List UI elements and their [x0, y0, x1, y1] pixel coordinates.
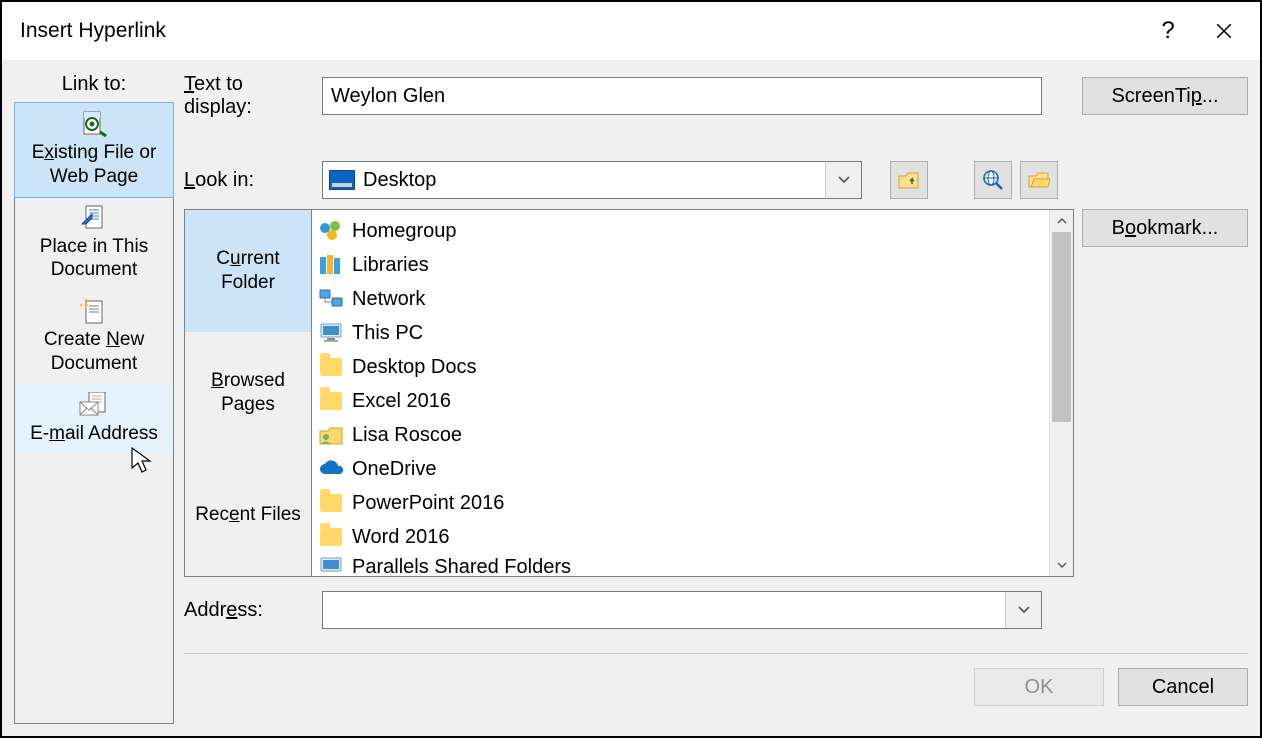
list-item[interactable]: PowerPoint 2016 — [314, 486, 1047, 520]
chevron-down-icon[interactable] — [1005, 592, 1041, 628]
address-label: Address: — [184, 599, 314, 622]
scrollbar[interactable] — [1049, 210, 1073, 576]
address-combo[interactable] — [322, 591, 1042, 629]
help-button[interactable]: ? — [1140, 8, 1196, 54]
bookmark-button[interactable]: Bookmark... — [1082, 209, 1248, 247]
tab-recent-files[interactable]: Recent Files — [185, 454, 311, 576]
user-folder-icon — [318, 422, 344, 448]
email-address-icon — [79, 390, 109, 420]
file-list[interactable]: Homegroup Libraries Network — [312, 209, 1074, 577]
close-icon — [1215, 22, 1233, 40]
link-to-existing-file[interactable]: Existing File orWeb Page — [14, 102, 174, 198]
search-web-icon — [982, 169, 1004, 191]
list-item[interactable]: This PC — [314, 316, 1047, 350]
folder-icon — [318, 388, 344, 414]
browse-file-button[interactable] — [1020, 161, 1058, 199]
ok-button[interactable]: OK — [974, 668, 1104, 706]
desktop-icon — [329, 170, 355, 190]
tab-browsed-pages[interactable]: BrowsedPages — [185, 332, 311, 454]
text-to-display-input[interactable] — [322, 77, 1042, 115]
divider — [184, 653, 1248, 654]
text-to-display-label: Text to display: — [184, 73, 314, 119]
screentip-button[interactable]: ScreenTip... — [1082, 77, 1248, 115]
create-new-document-icon — [79, 296, 109, 326]
list-item[interactable]: Word 2016 — [314, 520, 1047, 554]
list-item[interactable]: Network — [314, 282, 1047, 316]
browse-web-button[interactable] — [974, 161, 1012, 199]
title-bar: Insert Hyperlink ? — [2, 2, 1260, 60]
link-to-email-address[interactable]: E-mail Address — [15, 384, 173, 454]
list-item[interactable]: Lisa Roscoe — [314, 418, 1047, 452]
thispc-icon — [318, 554, 344, 577]
list-item[interactable]: Parallels Shared Folders — [314, 554, 1047, 577]
scroll-up-icon[interactable] — [1050, 210, 1073, 232]
look-in-combo[interactable]: Desktop — [322, 161, 862, 199]
existing-file-icon — [79, 109, 109, 139]
place-in-document-icon — [79, 203, 109, 233]
list-item[interactable]: OneDrive — [314, 452, 1047, 486]
libraries-icon — [318, 252, 344, 278]
list-item[interactable]: Excel 2016 — [314, 384, 1047, 418]
thispc-icon — [318, 320, 344, 346]
browse-tabs: CurrentFolder BrowsedPages Recent Files — [184, 209, 312, 577]
onedrive-icon — [318, 456, 344, 482]
main-panel: Text to display: ScreenTip... Look in: D… — [184, 73, 1248, 724]
folder-icon — [318, 354, 344, 380]
list-item[interactable]: Desktop Docs — [314, 350, 1047, 384]
folder-icon — [318, 490, 344, 516]
dialog-title: Insert Hyperlink — [20, 19, 1140, 43]
insert-hyperlink-dialog: Insert Hyperlink ? Link to: Existing Fil… — [2, 2, 1260, 736]
scroll-down-icon[interactable] — [1050, 554, 1073, 576]
link-to-create-new-document[interactable]: Create NewDocument — [15, 290, 173, 384]
folder-open-icon — [1028, 171, 1050, 189]
homegroup-icon — [318, 218, 344, 244]
close-button[interactable] — [1196, 8, 1252, 54]
list-item[interactable]: Homegroup — [314, 214, 1047, 248]
up-one-level-button[interactable] — [890, 161, 928, 199]
tab-current-folder[interactable]: CurrentFolder — [185, 210, 311, 332]
list-item[interactable]: Libraries — [314, 248, 1047, 282]
link-to-list: Existing File orWeb Page Place in ThisDo… — [14, 102, 174, 724]
link-to-place-in-document[interactable]: Place in ThisDocument — [15, 197, 173, 291]
cancel-button[interactable]: Cancel — [1118, 668, 1248, 706]
link-to-label: Link to: — [14, 73, 174, 96]
folder-up-icon — [898, 170, 920, 190]
network-icon — [318, 286, 344, 312]
link-to-sidebar: Link to: Existing File orWeb Page Place … — [14, 73, 174, 724]
look-in-label: Look in: — [184, 169, 314, 192]
chevron-down-icon[interactable] — [825, 162, 861, 198]
scroll-thumb[interactable] — [1052, 232, 1071, 422]
folder-icon — [318, 524, 344, 550]
